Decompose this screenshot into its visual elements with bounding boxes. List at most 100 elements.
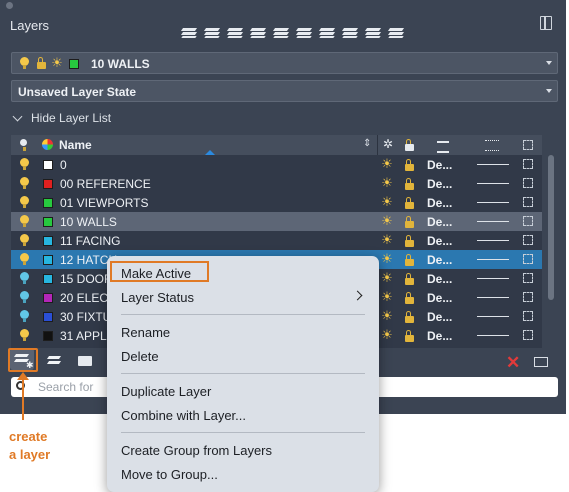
- sun-icon[interactable]: ☀: [380, 252, 394, 266]
- current-layer-dropdown[interactable]: ☀ 10 WALLS: [11, 52, 558, 74]
- bulb-icon[interactable]: [20, 177, 29, 189]
- plot-icon[interactable]: [523, 273, 533, 283]
- layer-tool-1-icon[interactable]: [180, 22, 199, 40]
- lineweight-line[interactable]: [477, 240, 509, 241]
- layer-tool-3-icon[interactable]: [226, 22, 245, 40]
- sun-icon[interactable]: ☀: [380, 214, 394, 228]
- layer-tool-8-icon[interactable]: [341, 22, 360, 40]
- table-row[interactable]: 0 ☀ De...: [11, 155, 542, 174]
- sun-icon[interactable]: ☀: [380, 195, 394, 209]
- plot-column-icon[interactable]: [523, 140, 533, 150]
- lineweight-line[interactable]: [477, 278, 509, 279]
- menu-item-move-to-group[interactable]: Move to Group...: [121, 467, 218, 482]
- layer-tool-2-icon[interactable]: [203, 22, 222, 40]
- sun-icon[interactable]: ☀: [380, 290, 394, 304]
- layer-color-swatch[interactable]: [43, 160, 53, 170]
- layer-tool-4-icon[interactable]: [249, 22, 268, 40]
- layer-state-dropdown[interactable]: Unsaved Layer State: [11, 80, 558, 102]
- layer-tool-7-icon[interactable]: [318, 22, 337, 40]
- freeze-column-icon[interactable]: ✲: [383, 137, 393, 151]
- dock-panel-icon[interactable]: [540, 16, 552, 30]
- sun-icon[interactable]: ☀: [380, 328, 394, 342]
- layer-color-swatch[interactable]: [43, 331, 53, 341]
- plot-icon[interactable]: [523, 216, 533, 226]
- table-row[interactable]: 01 VIEWPORTS ☀ De...: [11, 193, 542, 212]
- layer-color-swatch[interactable]: [43, 198, 53, 208]
- sun-icon[interactable]: ☀: [380, 309, 394, 323]
- lineweight-line[interactable]: [477, 183, 509, 184]
- plot-icon[interactable]: [523, 311, 533, 321]
- menu-item-make-active[interactable]: Make Active: [121, 266, 191, 281]
- linetype-value[interactable]: De...: [427, 310, 452, 324]
- plot-icon[interactable]: [523, 197, 533, 207]
- hide-layer-list-toggle[interactable]: Hide Layer List: [12, 111, 111, 125]
- layer-color-swatch[interactable]: [43, 217, 53, 227]
- sort-icon[interactable]: ⇕: [363, 138, 371, 149]
- table-row[interactable]: 00 REFERENCE ☀ De...: [11, 174, 542, 193]
- layer-color-swatch[interactable]: [43, 179, 53, 189]
- layer-color-swatch[interactable]: [43, 255, 53, 265]
- layer-color-swatch[interactable]: [43, 293, 53, 303]
- sun-icon[interactable]: ☀: [380, 271, 394, 285]
- lineweight-line[interactable]: [477, 164, 509, 165]
- new-layer-vp-frozen-button[interactable]: [44, 350, 68, 372]
- lock-icon[interactable]: [405, 216, 414, 228]
- sun-icon[interactable]: ☀: [380, 176, 394, 190]
- plot-icon[interactable]: [523, 159, 533, 169]
- layer-tool-10-icon[interactable]: [387, 22, 406, 40]
- menu-item-delete[interactable]: Delete: [121, 349, 159, 364]
- lock-icon[interactable]: [405, 330, 414, 342]
- bulb-icon[interactable]: [20, 310, 29, 322]
- lock-icon[interactable]: [405, 235, 414, 247]
- lock-icon[interactable]: [405, 254, 414, 266]
- lock-column-icon[interactable]: [405, 139, 414, 151]
- bulb-icon[interactable]: [20, 272, 29, 284]
- color-column-icon[interactable]: [42, 139, 53, 150]
- plot-icon[interactable]: [523, 178, 533, 188]
- linetype-value[interactable]: De...: [427, 158, 452, 172]
- lock-icon[interactable]: [405, 178, 414, 190]
- plot-icon[interactable]: [523, 330, 533, 340]
- layer-color-swatch[interactable]: [43, 274, 53, 284]
- layer-tool-9-icon[interactable]: [364, 22, 383, 40]
- lineweight-line[interactable]: [477, 316, 509, 317]
- plot-icon[interactable]: [523, 254, 533, 264]
- menu-item-create-group[interactable]: Create Group from Layers: [121, 443, 272, 458]
- bulb-icon[interactable]: [20, 253, 29, 265]
- lock-icon[interactable]: [405, 197, 414, 209]
- linetype-value[interactable]: De...: [427, 291, 452, 305]
- linetype-value[interactable]: De...: [427, 253, 452, 267]
- plot-icon[interactable]: [523, 235, 533, 245]
- lineweight-line[interactable]: [477, 297, 509, 298]
- menu-item-layer-status[interactable]: Layer Status: [121, 290, 194, 305]
- linetype-value[interactable]: De...: [427, 196, 452, 210]
- layer-list-scrollbar[interactable]: [548, 155, 554, 300]
- bulb-icon[interactable]: [20, 291, 29, 303]
- bulb-icon[interactable]: [20, 234, 29, 246]
- on-column-icon[interactable]: [20, 139, 27, 151]
- lock-icon[interactable]: [405, 311, 414, 323]
- bulb-icon[interactable]: [20, 329, 29, 341]
- columns-icon[interactable]: [534, 357, 548, 367]
- sun-icon[interactable]: ☀: [380, 157, 394, 171]
- delete-layer-icon[interactable]: ✕: [506, 353, 520, 373]
- lock-icon[interactable]: [405, 159, 414, 171]
- linetype-value[interactable]: De...: [427, 329, 452, 343]
- lineweight-line[interactable]: [477, 335, 509, 336]
- linetype-value[interactable]: De...: [427, 234, 452, 248]
- lock-icon[interactable]: [405, 292, 414, 304]
- bulb-icon[interactable]: [20, 196, 29, 208]
- table-row[interactable]: 10 WALLS ☀ De...: [11, 212, 542, 231]
- table-row[interactable]: 11 FACING ☀ De...: [11, 231, 542, 250]
- linetype-value[interactable]: De...: [427, 272, 452, 286]
- menu-item-rename[interactable]: Rename: [121, 325, 170, 340]
- menu-item-duplicate-layer[interactable]: Duplicate Layer: [121, 384, 211, 399]
- linetype-column-icon[interactable]: [437, 141, 449, 153]
- sun-icon[interactable]: ☀: [380, 233, 394, 247]
- lineweight-line[interactable]: [477, 202, 509, 203]
- plot-icon[interactable]: [523, 292, 533, 302]
- name-column-header[interactable]: Name: [59, 138, 92, 152]
- lineweight-line[interactable]: [477, 221, 509, 222]
- bulb-icon[interactable]: [20, 158, 29, 170]
- layer-color-swatch[interactable]: [43, 312, 53, 322]
